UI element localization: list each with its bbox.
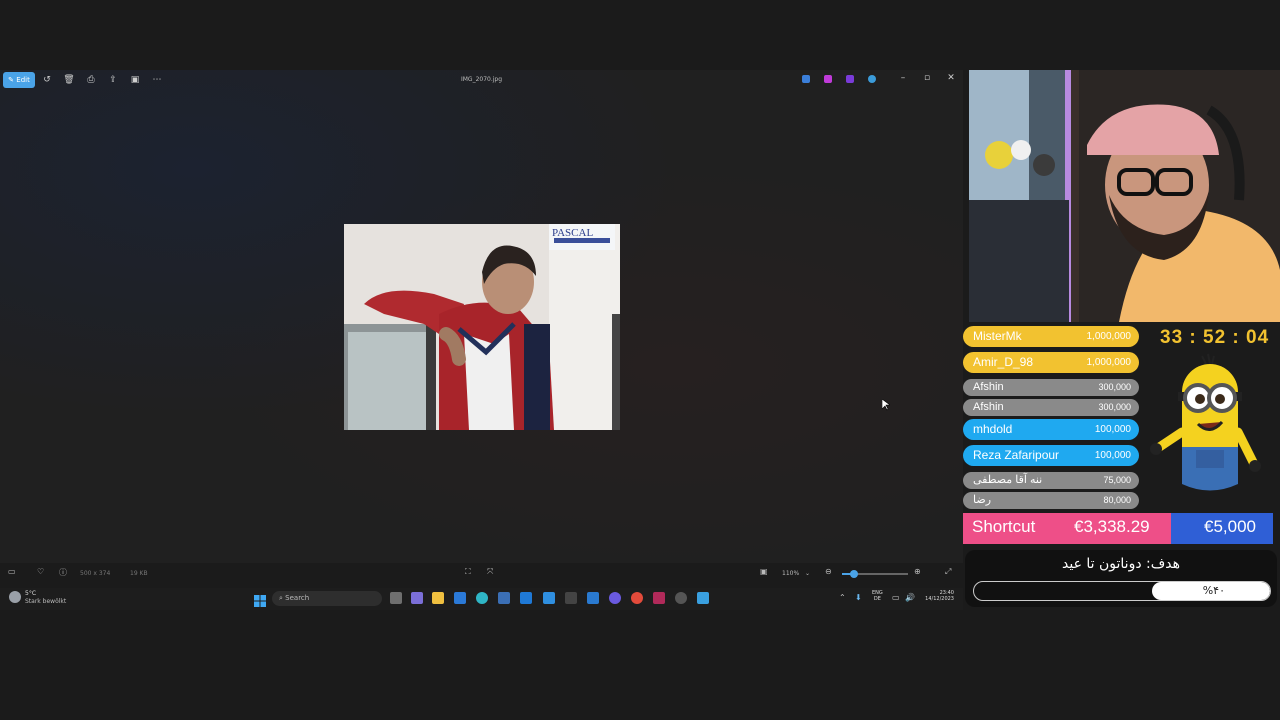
store-icon[interactable] bbox=[454, 592, 466, 604]
image-dimensions: 500 x 374 bbox=[80, 570, 111, 577]
terminal-icon[interactable] bbox=[565, 592, 577, 604]
mouse-cursor bbox=[882, 399, 890, 411]
donor-name: ننه آقا مصطفی bbox=[973, 474, 1043, 486]
zoom-in-icon[interactable]: ⊕ bbox=[914, 567, 921, 576]
info-icon[interactable]: ⓘ bbox=[59, 567, 67, 578]
outlook-icon[interactable] bbox=[520, 592, 532, 604]
chrome-icon[interactable] bbox=[631, 592, 643, 604]
donor-amount: 1,000,000 bbox=[1086, 357, 1132, 368]
teams-icon[interactable] bbox=[411, 592, 423, 604]
donor-amount: 100,000 bbox=[1094, 450, 1131, 461]
taskbar-search[interactable]: ⌕ Search bbox=[272, 591, 382, 606]
weather-temp: 5°C bbox=[25, 590, 37, 597]
favorite-icon[interactable]: ♡ bbox=[37, 567, 44, 576]
minion-mascot bbox=[1150, 353, 1261, 491]
photos-toolbar: ✎ Edit ↺ 🗑 ⎙ ⇪ ▣ ⋯ IMG_2070.jpg – ▫ ✕ bbox=[0, 70, 963, 90]
weather-desc: Stark bewölkt bbox=[25, 598, 67, 605]
goal-progress-label: %۴۰ bbox=[1202, 584, 1225, 597]
donor-amount: 80,000 bbox=[1103, 495, 1131, 505]
donor-name: Amir_D_98 bbox=[973, 355, 1034, 369]
tray-app-icon[interactable]: ⬇ bbox=[855, 593, 862, 602]
tray-chevron-icon[interactable]: ⌃ bbox=[839, 593, 846, 602]
file-explorer-icon[interactable] bbox=[432, 592, 444, 604]
discord-icon[interactable] bbox=[609, 592, 621, 604]
crop-icon[interactable]: ⤧ bbox=[487, 567, 493, 577]
weather-icon[interactable] bbox=[9, 591, 21, 603]
vscode-icon[interactable] bbox=[587, 592, 599, 604]
donor-name: Reza Zafaripour bbox=[973, 448, 1060, 462]
donor-name: Afshin bbox=[973, 401, 1004, 413]
donor-name: Afshin bbox=[973, 381, 1004, 393]
donor-row: mhdold 100,000 bbox=[963, 419, 1139, 440]
paint-icon[interactable] bbox=[824, 75, 832, 83]
language-indicator[interactable]: ENG DE bbox=[872, 590, 883, 602]
zoom-dropdown-icon[interactable]: ⌄ bbox=[805, 570, 810, 577]
filmstrip-icon[interactable]: ▭ bbox=[8, 567, 16, 576]
donor-amount: 300,000 bbox=[1098, 382, 1131, 392]
fit-icon[interactable]: ⛶ bbox=[465, 567, 471, 577]
donor-row: Amir_D_98 1,000,000 bbox=[963, 352, 1139, 373]
shortcut-goal-bar: Shortcut €3,338.29 €5,000 bbox=[963, 513, 1273, 544]
window-title: IMG_2070.jpg bbox=[460, 76, 503, 83]
donor-amount: 100,000 bbox=[1094, 424, 1131, 435]
donor-row: Reza Zafaripour 100,000 bbox=[963, 445, 1139, 466]
donor-name: MisterMk bbox=[973, 329, 1022, 343]
donor-amount: 1,000,000 bbox=[1086, 331, 1132, 342]
file-size: 19 KB bbox=[130, 570, 148, 577]
donor-amount: 300,000 bbox=[1098, 402, 1131, 412]
maximize-icon[interactable]: ▫ bbox=[920, 73, 934, 83]
photo-sign-text: PASCAL bbox=[552, 227, 593, 239]
donor-row: MisterMk 1,000,000 bbox=[963, 326, 1139, 347]
goal-text: هدف: دوناتون تا عید bbox=[1062, 556, 1180, 572]
volume-icon[interactable]: 🔊 bbox=[905, 593, 915, 602]
actual-size-icon[interactable]: ▣ bbox=[760, 567, 768, 576]
donor-row: Afshin 300,000 bbox=[963, 399, 1139, 416]
webcam-feed bbox=[969, 70, 1280, 322]
onedrive-icon[interactable] bbox=[868, 75, 876, 83]
photos-taskbar-icon[interactable] bbox=[697, 592, 709, 604]
donor-row: ننه آقا مصطفی 75,000 bbox=[963, 472, 1139, 489]
zoom-level[interactable]: 110% bbox=[782, 570, 799, 577]
language-bottom: DE bbox=[873, 596, 881, 602]
search-icon: ⌕ bbox=[279, 594, 283, 602]
shortcut-current: €3,338.29 bbox=[1074, 517, 1150, 536]
fullscreen-icon[interactable]: ⤢ bbox=[945, 567, 951, 577]
donor-amount: 75,000 bbox=[1103, 475, 1131, 485]
clock-date: 14/12/2023 bbox=[925, 596, 954, 602]
donathon-goal: هدف: دوناتون تا عید %۴۰ bbox=[965, 550, 1277, 607]
shortcut-label: Shortcut bbox=[972, 517, 1036, 536]
photos-statusbar: ▭ ♡ ⓘ 500 x 374 19 KB ⛶ ⤧ ▣ 110% ⌄ ⊖ ⊕ ⤢ bbox=[0, 564, 963, 584]
photo-image: PASCAL bbox=[344, 224, 620, 430]
taskbar: 5°C Stark bewölkt ⌕ Search ⌃ ⬇ ENG DE ▭ … bbox=[0, 588, 963, 610]
obs-icon[interactable] bbox=[675, 592, 687, 604]
rider-icon[interactable] bbox=[653, 592, 665, 604]
minimize-icon[interactable]: – bbox=[896, 73, 910, 83]
taskview-icon[interactable] bbox=[390, 592, 402, 604]
goal-progress-track: %۴۰ bbox=[973, 581, 1271, 601]
close-icon[interactable]: ✕ bbox=[944, 73, 958, 83]
app-icon-1[interactable] bbox=[498, 592, 510, 604]
zoom-slider-thumb[interactable] bbox=[850, 570, 858, 578]
designer-icon[interactable] bbox=[802, 75, 810, 83]
start-icon[interactable] bbox=[254, 592, 266, 607]
donor-name: mhdold bbox=[973, 422, 1013, 436]
zoom-out-icon[interactable]: ⊖ bbox=[825, 567, 832, 576]
clipchamp-icon[interactable] bbox=[846, 75, 854, 83]
zoom-slider[interactable] bbox=[842, 570, 908, 578]
clock[interactable]: 23:40 14/12/2023 bbox=[918, 590, 954, 602]
shortcut-goal: €5,000 bbox=[1204, 517, 1256, 536]
donor-row: Afshin 300,000 bbox=[963, 379, 1139, 396]
stream-timer: 33 : 52 : 04 bbox=[1160, 327, 1270, 348]
photos-window: ✎ Edit ↺ 🗑 ⎙ ⇪ ▣ ⋯ IMG_2070.jpg – ▫ ✕ PA… bbox=[0, 70, 963, 578]
donor-name: رضا bbox=[973, 494, 992, 506]
edge-icon[interactable] bbox=[476, 592, 488, 604]
donor-row: رضا 80,000 bbox=[963, 492, 1139, 509]
network-icon[interactable]: ▭ bbox=[892, 593, 900, 602]
search-placeholder: Search bbox=[285, 594, 310, 602]
app-icon-2[interactable] bbox=[543, 592, 555, 604]
